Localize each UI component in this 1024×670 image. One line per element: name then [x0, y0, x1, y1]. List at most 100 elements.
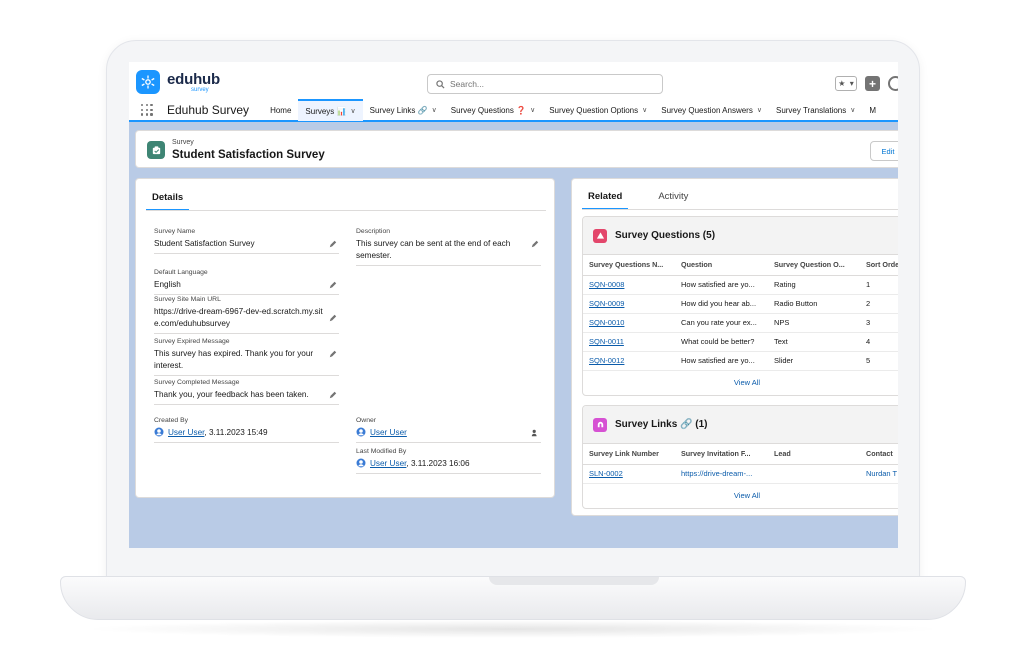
change-owner-icon[interactable]	[531, 429, 539, 437]
pencil-edit-icon[interactable]	[329, 391, 337, 399]
related-list-title[interactable]: Survey Links 🔗 (1)	[615, 419, 707, 430]
nav-tab-label: Survey Question Options	[549, 105, 639, 115]
table-cell: 2	[860, 294, 898, 314]
field-divider	[154, 375, 339, 376]
view-all-questions-link[interactable]: View All	[583, 371, 898, 395]
table-row: SQN-0010 Can you rate your ex... NPS 3	[583, 313, 898, 333]
table-row: SQN-0008 How satisfied are yo... Rating …	[583, 275, 898, 295]
contact-link[interactable]: Nurdan T	[860, 464, 898, 484]
nav-tab-survey-question-options[interactable]: Survey Question Options ∨	[542, 100, 654, 120]
nav-tab-label: M	[869, 105, 877, 115]
nav-tab-survey-questions[interactable]: Survey Questions ❓ ∨	[444, 100, 542, 120]
table-cell: 3	[860, 313, 898, 333]
logo-text: eduhub	[167, 71, 220, 88]
pencil-edit-icon[interactable]	[531, 240, 539, 248]
table-cell: Text	[768, 332, 860, 352]
created-date: , 3.11.2023 15:49	[204, 428, 268, 437]
global-search-input[interactable]: Search...	[427, 74, 663, 94]
logo-subtext: survey	[191, 87, 209, 93]
column-header[interactable]: Survey Question O...	[768, 255, 860, 276]
created-by-user-link[interactable]: User User	[168, 428, 204, 437]
table-cell: 5	[860, 351, 898, 371]
column-header[interactable]: Contact	[860, 444, 898, 465]
field-expired-message: Survey Expired Message This survey has e…	[154, 338, 339, 376]
field-divider	[356, 442, 541, 443]
column-header[interactable]: Question	[675, 255, 768, 276]
field-divider	[356, 265, 541, 266]
field-value-text: This survey can be sent at the end of ea…	[356, 239, 511, 260]
nav-tab-home[interactable]: Home	[263, 100, 298, 120]
nav-tab-label: Survey Translations	[775, 105, 847, 115]
laptop-notch	[489, 577, 659, 585]
question-number-link[interactable]: SQN-0012	[583, 351, 675, 371]
field-value: User User, 3.11.2023 15:49	[154, 427, 339, 439]
pencil-edit-icon[interactable]	[329, 240, 337, 248]
field-divider	[154, 442, 339, 443]
column-header[interactable]: Lead	[768, 444, 860, 465]
app-launcher-waffle-icon[interactable]	[141, 104, 153, 116]
chevron-down-icon[interactable]: ∨	[432, 106, 437, 114]
tab-activity[interactable]: Activity	[652, 191, 694, 210]
pencil-edit-icon[interactable]	[329, 281, 337, 289]
tab-details[interactable]: Details	[146, 192, 190, 211]
nav-tab-more[interactable]: M	[862, 100, 883, 120]
chevron-down-icon[interactable]: ∨	[850, 106, 855, 114]
chevron-down-icon[interactable]: ∨	[351, 107, 356, 115]
field-value: User User	[356, 427, 541, 439]
column-header[interactable]: Sort Orde	[860, 255, 898, 276]
question-number-link[interactable]: SQN-0008	[583, 275, 675, 295]
laptop-base	[60, 576, 966, 620]
nav-tab-surveys[interactable]: Surveys 📊 ∨	[298, 99, 363, 121]
related-panel: Related Activity Survey Questions (5) Su…	[571, 178, 898, 516]
pencil-edit-icon[interactable]	[329, 350, 337, 358]
owner-user-link[interactable]: User User	[370, 428, 407, 437]
nav-tab-survey-links[interactable]: Survey Links 🔗 ∨	[363, 100, 444, 120]
pencil-edit-icon[interactable]	[329, 314, 337, 322]
field-label: Description	[356, 228, 390, 235]
chevron-down-icon[interactable]: ∨	[530, 106, 535, 114]
field-last-modified-by: Last Modified By User User, 3.11.2023 16…	[356, 448, 541, 474]
global-header: eduhub survey Search... ★ ▾ +	[129, 62, 898, 100]
tab-related[interactable]: Related	[582, 191, 629, 210]
question-number-link[interactable]: SQN-0011	[583, 332, 675, 352]
nav-tab-survey-question-answers[interactable]: Survey Question Answers ∨	[654, 100, 769, 120]
field-value-text: https://drive-dream-6967-dev-ed.scratch.…	[154, 307, 323, 328]
field-owner: Owner User User	[356, 417, 541, 443]
field-label: Default Language	[154, 269, 208, 276]
table-cell: NPS	[768, 313, 860, 333]
last-modified-user-link[interactable]: User User	[370, 459, 406, 468]
question-number-link[interactable]: SQN-0010	[583, 313, 675, 333]
table-cell: Radio Button	[768, 294, 860, 314]
column-header[interactable]: Survey Questions N...	[583, 255, 675, 276]
plus-icon: +	[868, 76, 876, 91]
global-add-button[interactable]: +	[865, 76, 880, 91]
column-header[interactable]: Survey Invitation F...	[675, 444, 768, 465]
chevron-down-icon[interactable]: ∨	[642, 106, 647, 114]
field-label: Created By	[154, 417, 189, 424]
favorites-button[interactable]: ★ ▾	[835, 76, 857, 91]
app-screen: eduhub survey Search... ★ ▾ + Eduhub Surv…	[129, 62, 898, 548]
column-header[interactable]: Survey Link Number	[583, 444, 675, 465]
field-divider	[154, 404, 339, 405]
table-cell: 4	[860, 332, 898, 352]
invitation-url-link[interactable]: https://drive-dream-...	[675, 464, 768, 484]
eduhub-logo-icon[interactable]	[136, 70, 160, 94]
edit-button[interactable]: Edit	[870, 141, 898, 161]
tab-divider	[582, 209, 898, 210]
setup-gear-icon[interactable]	[888, 76, 898, 91]
question-number-link[interactable]: SQN-0009	[583, 294, 675, 314]
field-label: Owner	[356, 417, 377, 424]
table-header-row: Survey Link Number Survey Invitation F..…	[583, 444, 898, 465]
chevron-down-icon[interactable]: ∨	[757, 106, 762, 114]
view-all-links-link[interactable]: View All	[583, 484, 898, 508]
survey-questions-table: Survey Questions N... Question Survey Qu…	[583, 255, 898, 371]
nav-tab-survey-translations[interactable]: Survey Translations ∨	[769, 100, 862, 120]
link-number-link[interactable]: SLN-0002	[583, 464, 675, 484]
field-value-text: Student Satisfaction Survey	[154, 239, 255, 248]
field-site-main-url: Survey Site Main URL https://drive-dream…	[154, 296, 339, 334]
search-placeholder: Search...	[450, 79, 485, 89]
details-card: Details Survey Name Student Satisfaction…	[135, 178, 555, 498]
related-list-title[interactable]: Survey Questions (5)	[615, 230, 715, 241]
table-row: SQN-0011 What could be better? Text 4	[583, 332, 898, 352]
field-divider	[154, 253, 339, 254]
